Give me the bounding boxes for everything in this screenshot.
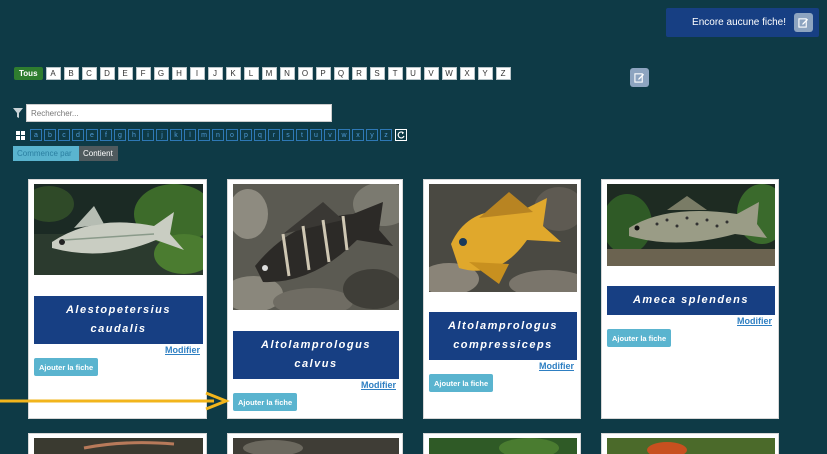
letter-button[interactable]: H xyxy=(171,67,187,80)
fish-card xyxy=(227,433,403,454)
edit-icon xyxy=(798,18,809,28)
arrow-annotation xyxy=(0,391,230,411)
add-sheet-button[interactable]: Ajouter la fiche xyxy=(233,393,298,411)
small-letter-button[interactable]: z xyxy=(380,129,392,141)
fish-name: Altolamprologus compressiceps xyxy=(429,312,577,360)
fish-card xyxy=(423,433,581,454)
search-mode-toggle: Commence par Contient xyxy=(13,146,118,161)
modify-link[interactable]: Modifier xyxy=(165,345,200,355)
grid-icon[interactable] xyxy=(16,130,25,140)
letter-button[interactable]: C xyxy=(81,67,97,80)
letter-button[interactable]: D xyxy=(99,67,115,80)
edit-icon xyxy=(634,73,645,83)
small-letter-button[interactable]: w xyxy=(338,129,350,141)
fish-card: Altolamprologus compressiceps Modifier A… xyxy=(423,179,581,419)
small-letter-button[interactable]: p xyxy=(240,129,252,141)
letter-button[interactable]: M xyxy=(261,67,277,80)
fish-photo xyxy=(34,438,203,454)
modify-link[interactable]: Modifier xyxy=(737,316,772,326)
small-letter-button[interactable]: v xyxy=(324,129,336,141)
small-letter-button[interactable]: g xyxy=(114,129,126,141)
letter-button[interactable]: G xyxy=(153,67,169,80)
small-letter-button[interactable]: a xyxy=(30,129,42,141)
fish-card: Ameca splendens Modifier Ajouter la fich… xyxy=(601,179,779,419)
fish-photo xyxy=(34,184,203,275)
small-letter-button[interactable]: o xyxy=(226,129,238,141)
letter-button[interactable]: F xyxy=(135,67,151,80)
edit-button[interactable] xyxy=(630,68,649,87)
small-letter-button[interactable]: f xyxy=(100,129,112,141)
letter-button[interactable]: B xyxy=(63,67,79,80)
small-letter-button[interactable]: n xyxy=(212,129,224,141)
fish-card: Altolamprologus calvus Modifier Ajouter … xyxy=(227,179,403,419)
reset-filter-button[interactable] xyxy=(395,129,407,141)
small-letter-button[interactable]: m xyxy=(198,129,210,141)
fish-photo xyxy=(429,438,577,454)
fish-photo xyxy=(233,438,399,454)
small-letter-button[interactable]: l xyxy=(184,129,196,141)
letter-button[interactable]: S xyxy=(369,67,385,80)
small-letter-button[interactable]: r xyxy=(268,129,280,141)
small-letter-button[interactable]: x xyxy=(352,129,364,141)
letter-button[interactable]: R xyxy=(351,67,367,80)
filter-icon xyxy=(13,108,23,118)
letter-button[interactable]: W xyxy=(441,67,457,80)
letter-button[interactable]: E xyxy=(117,67,133,80)
letter-button[interactable]: A xyxy=(45,67,61,80)
fish-card xyxy=(601,433,779,454)
letter-button[interactable]: T xyxy=(387,67,403,80)
letter-button[interactable]: P xyxy=(315,67,331,80)
letter-button[interactable]: K xyxy=(225,67,241,80)
small-letter-button[interactable]: k xyxy=(170,129,182,141)
search-input[interactable] xyxy=(26,104,332,122)
small-letter-button[interactable]: q xyxy=(254,129,266,141)
fish-photo xyxy=(429,184,577,292)
fish-name: Alestopetersius caudalis xyxy=(34,296,203,344)
fish-card: Alestopetersius caudalis Modifier Ajoute… xyxy=(28,179,207,419)
add-sheet-button[interactable]: Ajouter la fiche xyxy=(34,358,99,376)
small-letter-button[interactable]: u xyxy=(310,129,322,141)
small-letter-button[interactable]: s xyxy=(282,129,294,141)
letter-button[interactable]: J xyxy=(207,67,223,80)
add-sheet-button[interactable]: Ajouter la fiche xyxy=(429,374,494,392)
fish-photo xyxy=(607,184,775,266)
refresh-icon xyxy=(397,131,405,139)
letter-button[interactable]: I xyxy=(189,67,205,80)
banner-edit-button[interactable] xyxy=(794,13,813,32)
no-sheet-banner: Encore aucune fiche! xyxy=(666,8,819,37)
letter-button[interactable]: U xyxy=(405,67,421,80)
lowercase-letter-filter: a b c d e f g h i j k l m n o p q r s t … xyxy=(16,129,407,141)
fish-name: Ameca splendens xyxy=(607,286,775,315)
fish-card xyxy=(28,433,207,454)
fish-photo xyxy=(607,438,775,454)
fish-name: Altolamprologus calvus xyxy=(233,331,399,379)
letter-button[interactable]: L xyxy=(243,67,259,80)
letter-button[interactable]: Y xyxy=(477,67,493,80)
small-letter-button[interactable]: j xyxy=(156,129,168,141)
small-letter-button[interactable]: t xyxy=(296,129,308,141)
letter-button[interactable]: V xyxy=(423,67,439,80)
letter-filter: Tous A B C D E F G H I J K L M N O P Q R… xyxy=(14,67,511,80)
letter-button[interactable]: Z xyxy=(495,67,511,80)
add-sheet-button[interactable]: Ajouter la fiche xyxy=(607,329,672,347)
letter-button[interactable]: Q xyxy=(333,67,349,80)
modify-link[interactable]: Modifier xyxy=(361,380,396,390)
letter-button[interactable]: O xyxy=(297,67,313,80)
fish-photo xyxy=(233,184,399,310)
small-letter-button[interactable]: d xyxy=(72,129,84,141)
small-letter-button[interactable]: b xyxy=(44,129,56,141)
small-letter-button[interactable]: i xyxy=(142,129,154,141)
small-letter-button[interactable]: h xyxy=(128,129,140,141)
modify-link[interactable]: Modifier xyxy=(539,361,574,371)
mode-starts-with-button[interactable]: Commence par xyxy=(13,146,79,161)
banner-text: Encore aucune fiche! xyxy=(692,17,786,28)
letter-button[interactable]: X xyxy=(459,67,475,80)
small-letter-button[interactable]: y xyxy=(366,129,378,141)
letter-all-button[interactable]: Tous xyxy=(14,67,43,80)
small-letter-button[interactable]: e xyxy=(86,129,98,141)
letter-button[interactable]: N xyxy=(279,67,295,80)
mode-contains-button[interactable]: Contient xyxy=(79,146,118,161)
small-letter-button[interactable]: c xyxy=(58,129,70,141)
